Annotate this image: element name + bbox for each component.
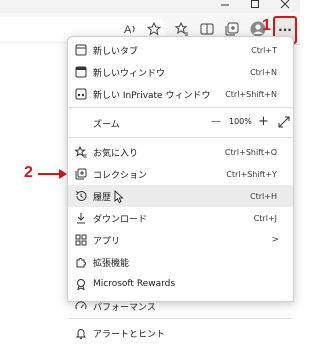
annotation-marker-2: 2: [24, 164, 33, 181]
fullscreen-icon[interactable]: [278, 116, 290, 131]
annotation-arrow: [38, 166, 68, 185]
minimize-button[interactable]: [210, 0, 240, 13]
menu-item-new-inprivate[interactable]: 新しい InPrivate ウィンドウ Ctrl+Shift+N: [68, 83, 293, 105]
rewards-icon: [74, 277, 88, 291]
inprivate-icon: [74, 87, 88, 101]
zoom-in-button[interactable]: +: [258, 114, 269, 129]
menu-item-shortcut: Ctrl+Shift+N: [225, 89, 277, 99]
menu-item-shortcut: Ctrl+Shift+O: [224, 147, 277, 157]
download-icon: [74, 211, 88, 225]
menu-item-downloads[interactable]: ダウンロード Ctrl+J: [68, 207, 293, 229]
apps-icon: [74, 233, 88, 247]
menu-item-collections[interactable]: コレクション Ctrl+Shift+Y: [68, 163, 293, 185]
history-icon: [74, 189, 88, 203]
menu-item-label: アラートとヒント: [93, 329, 166, 340]
menu-item-shortcut: Ctrl+N: [250, 67, 277, 77]
zoom-out-button[interactable]: —: [211, 116, 221, 127]
new-tab-icon: [74, 43, 88, 57]
menu-item-label: アプリ: [93, 236, 121, 247]
menu-item-alerts-and-tips[interactable]: アラートとヒント: [68, 322, 293, 344]
menu-item-label: パフォーマンス: [93, 302, 156, 313]
menu-item-apps[interactable]: アプリ >: [68, 229, 293, 251]
menu-item-extensions[interactable]: 拡張機能: [68, 251, 293, 273]
menu-divider: [68, 107, 293, 108]
zoom-level: 100%: [229, 117, 252, 126]
menu-divider: [68, 318, 293, 319]
menu-item-performance[interactable]: パフォーマンス: [68, 295, 293, 317]
annotation-marker-1: 1: [262, 17, 271, 34]
new-window-icon: [74, 65, 88, 79]
menu-item-label: ダウンロード: [93, 214, 148, 225]
favorites-icon: [74, 145, 88, 159]
menu-item-zoom: ズーム — 100% +: [68, 111, 293, 135]
settings-and-more-menu: 新しいタブ Ctrl+T 新しいウィンドウ Ctrl+N 新しい InPriva…: [67, 36, 294, 340]
menu-item-new-window[interactable]: 新しいウィンドウ Ctrl+N: [68, 61, 293, 83]
mouse-cursor-icon: [114, 190, 124, 207]
extensions-icon: [74, 255, 88, 269]
zoom-label: ズーム: [93, 119, 120, 130]
menu-item-label: お気に入り: [93, 148, 139, 159]
menu-item-history[interactable]: 履歴 Ctrl+H: [68, 185, 293, 207]
performance-icon: [74, 299, 88, 313]
menu-item-label: 履歴: [93, 192, 112, 203]
menu-item-label: 新しい InPrivate ウィンドウ: [93, 90, 211, 101]
maximize-button[interactable]: [240, 0, 270, 13]
menu-item-shortcut: Ctrl+J: [253, 213, 277, 223]
menu-divider: [68, 137, 293, 138]
more-icon: ···: [278, 23, 292, 37]
collections-icon: [74, 167, 88, 181]
menu-item-label: 新しいウィンドウ: [93, 68, 166, 79]
menu-item-microsoft-rewards[interactable]: Microsoft Rewards: [68, 273, 293, 295]
svg-text:A: A: [124, 24, 132, 36]
menu-item-label: コレクション: [93, 170, 148, 181]
menu-item-label: 拡張機能: [93, 258, 130, 269]
menu-item-shortcut: Ctrl+H: [250, 191, 277, 201]
menu-item-favorites[interactable]: お気に入り Ctrl+Shift+O: [68, 141, 293, 163]
bell-icon: [74, 326, 88, 340]
menu-item-shortcut: Ctrl+Shift+Y: [226, 169, 277, 179]
menu-item-new-tab[interactable]: 新しいタブ Ctrl+T: [68, 39, 293, 61]
menu-item-shortcut: Ctrl+T: [251, 45, 277, 55]
menu-item-label: 新しいタブ: [93, 46, 139, 57]
menu-item-label: Microsoft Rewards: [93, 279, 176, 289]
close-window-button[interactable]: [270, 0, 300, 13]
submenu-chevron-icon: >: [271, 235, 279, 245]
